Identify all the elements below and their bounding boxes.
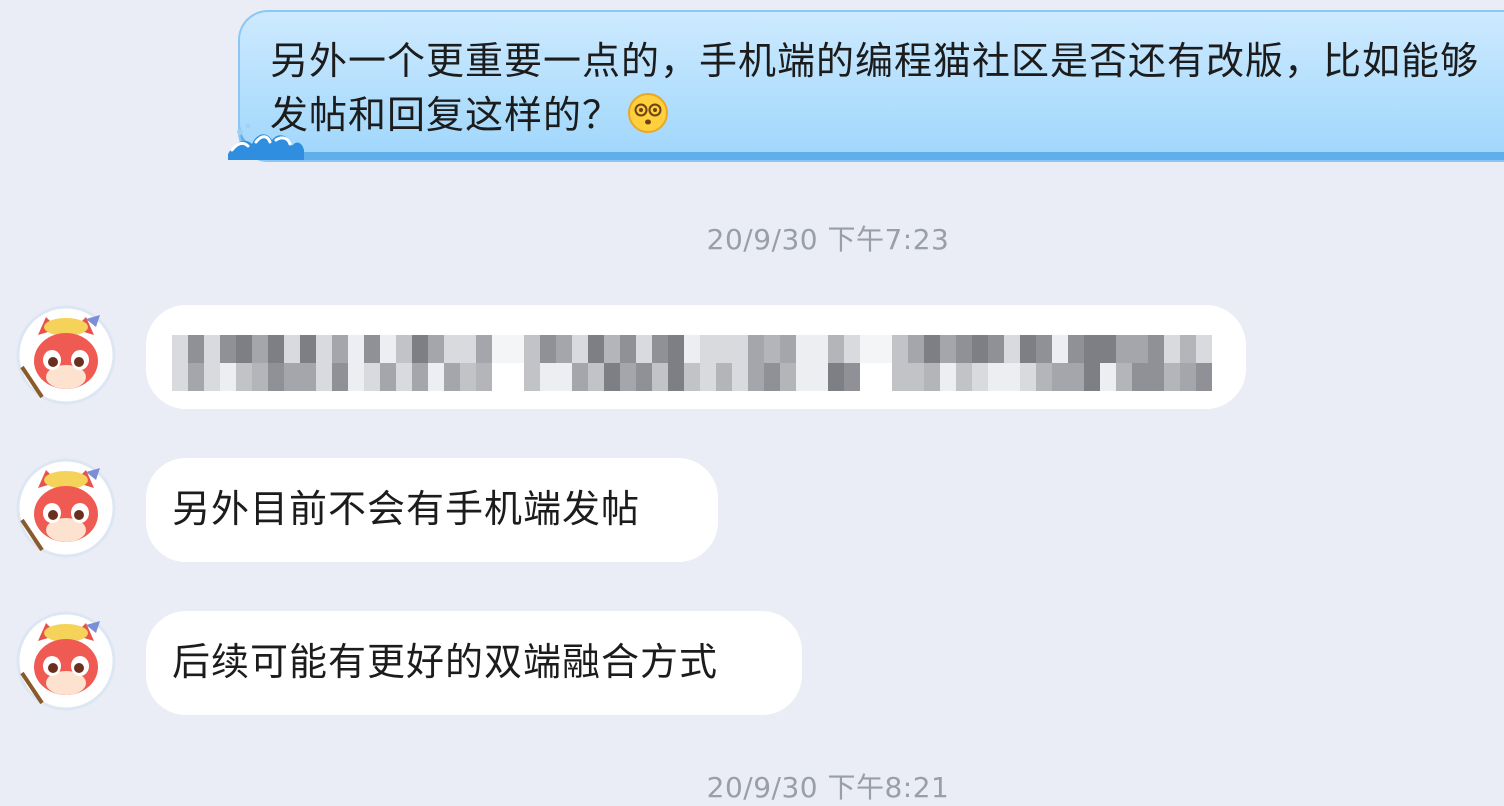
outgoing-message-bubble[interactable]: 另外一个更重要一点的，手机端的编程猫社区是否还有改版，比如能够发帖和回复这样的？ — [238, 10, 1504, 162]
dizzy-face-icon — [627, 92, 669, 148]
red-cat-mascot-icon — [16, 305, 116, 405]
outgoing-message-content: 另外一个更重要一点的，手机端的编程猫社区是否还有改版，比如能够发帖和回复这样的？ — [270, 34, 1485, 148]
message-timestamp: 20/9/30 下午7:23 — [706, 223, 950, 256]
outgoing-message-text: 另外一个更重要一点的，手机端的编程猫社区是否还有改版，比如能够发帖和回复这样的？ — [270, 39, 1480, 137]
redacted-message-text — [172, 335, 1212, 391]
incoming-message-text: 后续可能有更好的双端融合方式 — [172, 640, 719, 684]
wave-icon — [226, 110, 306, 164]
chat-window: 另外一个更重要一点的，手机端的编程猫社区是否还有改版，比如能够发帖和回复这样的？… — [0, 0, 1504, 804]
avatar[interactable] — [16, 305, 116, 405]
message-timestamp: 20/9/30 下午8:21 — [706, 771, 950, 804]
red-cat-mascot-icon — [16, 458, 116, 558]
avatar[interactable] — [16, 458, 116, 558]
incoming-message-text: 另外目前不会有手机端发帖 — [172, 487, 641, 531]
avatar[interactable] — [16, 611, 116, 711]
incoming-message-bubble[interactable]: 后续可能有更好的双端融合方式 — [146, 611, 802, 715]
incoming-message-bubble[interactable] — [146, 305, 1246, 409]
red-cat-mascot-icon — [16, 611, 116, 711]
incoming-message-bubble[interactable]: 另外目前不会有手机端发帖 — [146, 458, 718, 562]
